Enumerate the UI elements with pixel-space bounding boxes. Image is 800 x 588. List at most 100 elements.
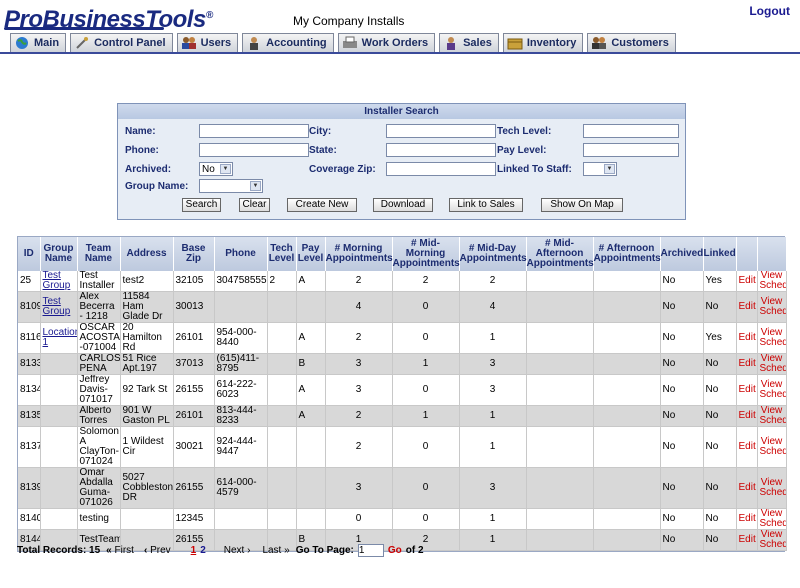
cell-phone: 614-000-4579 — [214, 467, 268, 509]
create-new-button[interactable]: Create New — [287, 198, 357, 212]
tech-level-field[interactable] — [583, 124, 679, 138]
edit-link[interactable]: Edit — [736, 467, 758, 509]
tab-work-orders[interactable]: Work Orders — [337, 33, 436, 52]
edit-link[interactable]: Edit — [736, 291, 758, 323]
state-label: State: — [309, 145, 337, 156]
archived-select[interactable]: No ▼ — [199, 162, 233, 176]
cell-group — [40, 405, 78, 427]
cell-pay — [296, 426, 326, 468]
group-link[interactable]: Test Group — [43, 296, 71, 317]
cell-pay: A — [296, 374, 326, 406]
first-link[interactable]: « First — [106, 545, 134, 556]
cell-linked: No — [703, 508, 737, 530]
cell-zip: 26101 — [173, 322, 215, 354]
cell-midafternoon — [526, 508, 594, 530]
view-schedule-link[interactable]: View Schedule — [757, 291, 787, 323]
tab-users[interactable]: Users — [176, 33, 239, 52]
cell-midmorning: 0 — [392, 291, 460, 323]
tab-accounting[interactable]: Accounting — [242, 33, 334, 52]
view-schedule-link[interactable]: View Schedule — [757, 426, 787, 468]
cell-midday: 3 — [459, 353, 527, 375]
clear-button[interactable]: Clear — [239, 198, 270, 212]
cell-team: CARLOS PENA — [77, 353, 121, 375]
linked-to-staff-select[interactable]: ▼ — [583, 162, 617, 176]
tab-inventory[interactable]: Inventory — [502, 33, 584, 52]
column-header: # Mid-Day Appointments — [459, 237, 527, 271]
name-field[interactable] — [199, 124, 309, 138]
logout-link[interactable]: Logout — [749, 4, 790, 18]
cell-archived: No — [660, 405, 704, 427]
search-button[interactable]: Search — [182, 198, 221, 212]
edit-link[interactable]: Edit — [736, 374, 758, 406]
page-2-link[interactable]: 2 — [200, 545, 206, 556]
edit-link[interactable]: Edit — [736, 271, 758, 292]
view-schedule-link[interactable]: View Schedule — [757, 374, 787, 406]
edit-link[interactable]: Edit — [736, 405, 758, 427]
go-link[interactable]: Go — [388, 545, 402, 556]
cell-id: 25 — [18, 271, 41, 292]
cell-group: Location 1 — [40, 322, 78, 354]
prev-link[interactable]: ‹ Prev — [144, 545, 171, 556]
cell-zip: 30021 — [173, 426, 215, 468]
tab-customers[interactable]: Customers — [587, 33, 676, 52]
edit-link[interactable]: Edit — [736, 508, 758, 530]
phone-label: Phone: — [125, 145, 159, 156]
installer-search-panel: Installer Search Name: Phone: Archived: … — [117, 103, 686, 220]
view-schedule-link[interactable]: View Schedule — [757, 322, 787, 354]
view-schedule-link[interactable]: View Schedule — [757, 353, 787, 375]
tab-sales[interactable]: Sales — [439, 33, 499, 52]
column-header: Phone — [214, 237, 268, 271]
view-schedule-link[interactable]: View Schedule — [757, 508, 787, 530]
cell-midmorning: 2 — [392, 271, 460, 292]
group-link[interactable]: Test Group — [43, 271, 71, 291]
pay-level-field[interactable] — [583, 143, 679, 157]
last-link[interactable]: Last » — [262, 545, 289, 556]
cell-midafternoon — [526, 405, 594, 427]
cell-midmorning: 0 — [392, 374, 460, 406]
edit-link[interactable]: Edit — [736, 322, 758, 354]
coverage-zip-field[interactable] — [386, 162, 496, 176]
page-1-link[interactable]: 1 — [191, 545, 197, 556]
view-schedule-link[interactable]: View Schedule — [757, 467, 787, 509]
tab-control-panel[interactable]: Control Panel — [70, 33, 173, 52]
next-link[interactable]: Next › — [224, 545, 251, 556]
city-field[interactable] — [386, 124, 496, 138]
view-schedule-link[interactable]: View Schedule — [757, 271, 787, 292]
phone-field[interactable] — [199, 143, 309, 157]
group-name-select[interactable]: ▼ — [199, 179, 263, 193]
tab-main[interactable]: Main — [10, 33, 67, 52]
group-link[interactable]: Location 1 — [43, 327, 77, 348]
nav-underline — [0, 52, 800, 54]
cell-archived: No — [660, 426, 704, 468]
cell-midday: 1 — [459, 322, 527, 354]
cell-tech — [267, 508, 297, 530]
download-button[interactable]: Download — [373, 198, 433, 212]
chevron-down-icon: ▼ — [220, 164, 231, 174]
tools-icon — [74, 36, 90, 50]
cell-midday: 2 — [459, 271, 527, 292]
cell-midafternoon — [526, 353, 594, 375]
cell-team: OSCAR ACOSTA -071004 — [77, 322, 121, 354]
state-field[interactable] — [386, 143, 496, 157]
cell-linked: Yes — [703, 322, 737, 354]
view-schedule-link[interactable]: View Schedule — [757, 405, 787, 427]
cell-morning: 2 — [325, 426, 393, 468]
cell-linked: No — [703, 291, 737, 323]
show-on-map-button[interactable]: Show On Map — [541, 198, 623, 212]
cell-midmorning: 0 — [392, 467, 460, 509]
table-row: 8134 Jeffrey Davis-07101792 Tark St261556… — [18, 374, 787, 406]
cell-phone: 924-444-9447 — [214, 426, 268, 468]
link-to-sales-button[interactable]: Link to Sales — [449, 198, 523, 212]
search-title: Installer Search — [118, 104, 685, 119]
cell-id: 8135 — [18, 405, 41, 427]
go-to-page-field[interactable] — [357, 543, 384, 557]
table-row: 8139 Omar Abdalla Guma-0710265027 Cobbles… — [18, 467, 787, 509]
page-count: of 2 — [405, 544, 424, 556]
cell-phone — [214, 291, 268, 323]
cell-morning: 0 — [325, 508, 393, 530]
cell-archived: No — [660, 353, 704, 375]
cell-tech — [267, 291, 297, 323]
edit-link[interactable]: Edit — [736, 353, 758, 375]
edit-link[interactable]: Edit — [736, 426, 758, 468]
cell-address: 51 Rice Apt.197 — [120, 353, 174, 375]
